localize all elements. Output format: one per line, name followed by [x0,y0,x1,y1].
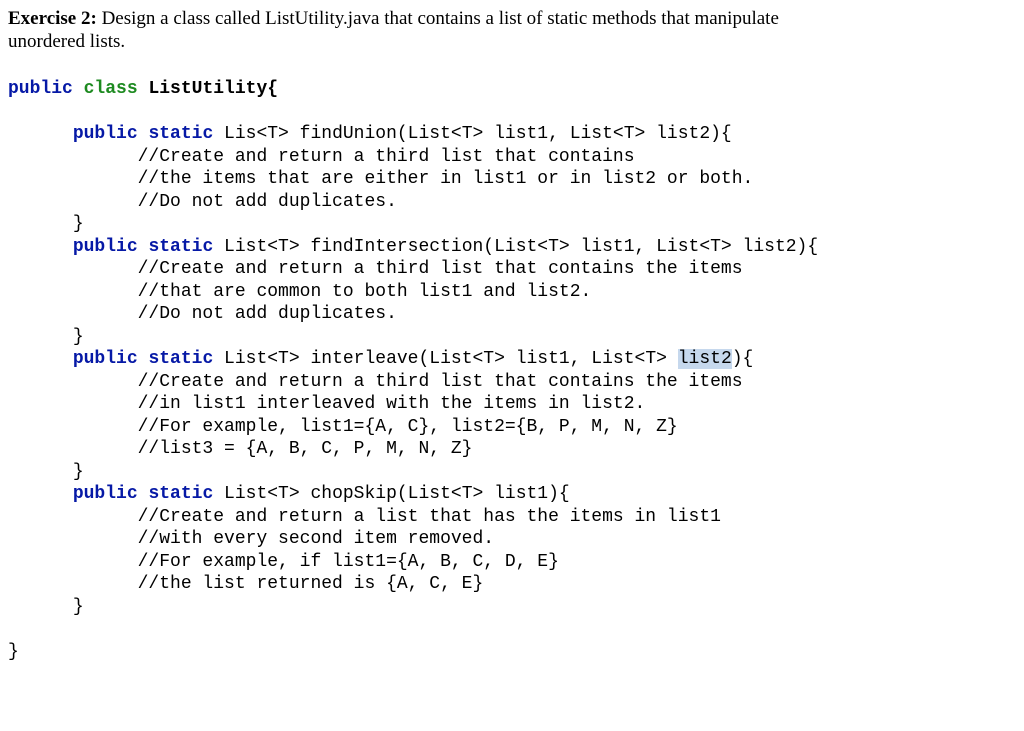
comment: //in list1 interleaved with the items in… [138,394,646,414]
comment: //that are common to both list1 and list… [138,282,592,302]
keyword-static: static [148,349,213,369]
keyword-public: public [73,237,138,257]
keyword-static: static [148,124,213,144]
keyword-static: static [148,237,213,257]
method-chopskip-sig: List<T> chopSkip(List<T> list1){ [213,484,569,504]
code-block: public class ListUtility{ public static … [8,56,1016,664]
comment: //Create and return a third list that co… [138,259,743,279]
comment: //list3 = {A, B, C, P, M, N, Z} [138,439,473,459]
method-interleave-sig-a: List<T> interleave(List<T> list1, List<T… [213,349,677,369]
comment: //Do not add duplicates. [138,192,397,212]
brace-close: } [73,214,84,234]
comment: //Do not add duplicates. [138,304,397,324]
comment: //For example, if list1={A, B, C, D, E} [138,552,559,572]
brace-close: } [73,327,84,347]
highlighted-text: list2 [678,349,732,369]
method-findintersection-sig: List<T> findIntersection(List<T> list1, … [213,237,818,257]
comment: //Create and return a third list that co… [138,372,743,392]
comment: //with every second item removed. [138,529,494,549]
brace-close: } [73,462,84,482]
keyword-public: public [8,79,73,99]
keyword-public: public [73,484,138,504]
comment: //the list returned is {A, C, E} [138,574,484,594]
brace-close: } [8,642,19,662]
comment: //Create and return a third list that co… [138,147,635,167]
keyword-static: static [148,484,213,504]
keyword-public: public [73,349,138,369]
comment: //Create and return a list that has the … [138,507,721,527]
exercise-label: Exercise 2: [8,8,97,29]
prompt-line2: unordered lists. [8,31,125,52]
exercise-prompt: Exercise 2: Design a class called ListUt… [8,8,1016,54]
prompt-line1: Design a class called ListUtility.java t… [97,8,779,29]
method-interleave-sig-b: ){ [732,349,754,369]
comment: //For example, list1={A, C}, list2={B, P… [138,417,678,437]
method-findunion-sig: Lis<T> findUnion(List<T> list1, List<T> … [213,124,731,144]
keyword-class: class [84,79,138,99]
comment: //the items that are either in list1 or … [138,169,754,189]
class-name: ListUtility{ [138,79,278,99]
keyword-public: public [73,124,138,144]
brace-close: } [73,597,84,617]
